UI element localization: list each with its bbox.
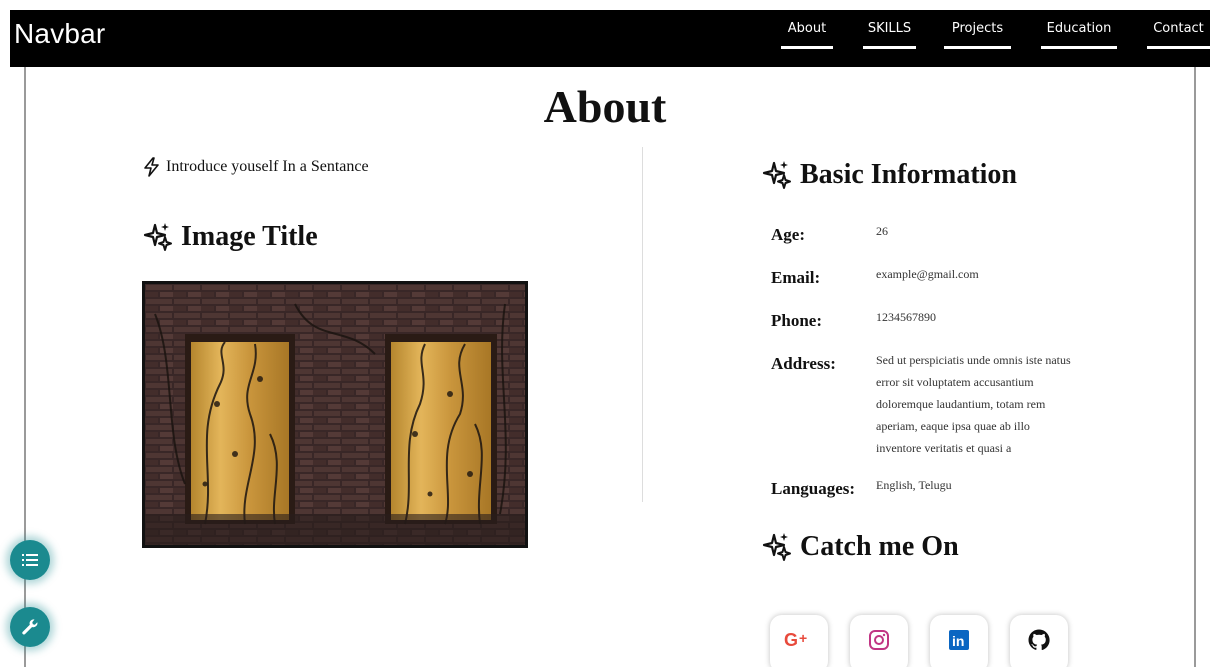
address-line: Sed ut perspiciatis unde omnis iste natu…: [876, 353, 1071, 367]
svg-text:+: +: [799, 630, 807, 646]
sparkles-icon: [143, 223, 172, 251]
nav-link-about[interactable]: About: [781, 20, 833, 60]
languages-label: Languages:: [771, 479, 856, 498]
settings-fab-button[interactable]: [10, 607, 50, 647]
nav-link-contact[interactable]: Contact: [1147, 20, 1210, 60]
nav-underline: [781, 46, 833, 49]
instagram-icon: [869, 630, 889, 650]
github-button[interactable]: [1010, 615, 1068, 667]
wrench-icon: [22, 619, 38, 635]
nav-underline: [1147, 46, 1210, 49]
nav-link-projects[interactable]: Projects: [944, 20, 1011, 60]
sparkles-icon: [762, 533, 791, 561]
brick-wall-windows-image: [145, 284, 525, 545]
intro-text: Introduce youself In a Sentance: [166, 158, 369, 175]
nav-underline: [1041, 46, 1117, 49]
nav-link-label: Education: [1046, 21, 1112, 36]
linkedin-icon: in: [949, 630, 969, 650]
intro-line: Introduce youself In a Sentance: [143, 157, 369, 177]
instagram-button[interactable]: [850, 615, 908, 667]
address-line: error sit voluptatem accusantium: [876, 375, 1034, 389]
page-title: About: [543, 81, 667, 132]
nav-link-label: Contact: [1153, 21, 1204, 36]
linkedin-button[interactable]: in: [930, 615, 988, 667]
address-line: aperiam, eaque ipsa quae ab illo: [876, 419, 1030, 433]
lightning-icon: [144, 157, 159, 177]
phone-value: 1234567890: [876, 310, 936, 324]
nav-link-education[interactable]: Education: [1041, 20, 1117, 60]
nav-link-skills[interactable]: SKILLS: [863, 20, 916, 60]
phone-label: Phone:: [771, 311, 822, 330]
github-icon: [1028, 629, 1050, 651]
column-divider: [642, 147, 643, 502]
catch-me-heading: Catch me On: [762, 531, 959, 563]
google-plus-icon: G +: [784, 630, 807, 650]
sparkles-icon: [762, 161, 791, 189]
nav-underline: [944, 46, 1011, 49]
address-line: doloremque laudantium, totam rem: [876, 397, 1046, 411]
svg-text:in: in: [952, 633, 964, 649]
list-icon: [22, 554, 38, 566]
catch-me-title: Catch me On: [800, 531, 959, 562]
navbar: Navbar About SKILLS Projects Education C…: [10, 10, 1210, 67]
navbar-brand[interactable]: Navbar: [14, 18, 105, 50]
image-title-text: Image Title: [181, 221, 318, 252]
age-value: 26: [876, 224, 888, 238]
age-label: Age:: [771, 225, 805, 244]
profile-photo: [142, 281, 528, 548]
nav-link-label: About: [787, 21, 827, 36]
email-label: Email:: [771, 268, 821, 287]
image-title-heading: Image Title: [143, 221, 318, 253]
nav-underline: [863, 46, 916, 49]
nav-link-label: Projects: [951, 21, 1004, 36]
address-value: Sed ut perspiciatis unde omnis iste natu…: [876, 349, 1071, 459]
svg-text:G: G: [784, 630, 798, 650]
languages-value: English, Telugu: [876, 478, 952, 492]
basic-info-title: Basic Information: [800, 159, 1017, 190]
address-label: Address:: [771, 354, 836, 373]
nav-link-label: SKILLS: [867, 21, 912, 36]
list-fab-button[interactable]: [10, 540, 50, 580]
basic-info-heading: Basic Information: [762, 159, 1017, 191]
google-plus-button[interactable]: G +: [770, 615, 828, 667]
address-line: inventore veritatis et quasi a: [876, 441, 1012, 455]
email-value[interactable]: example@gmail.com: [876, 263, 979, 285]
